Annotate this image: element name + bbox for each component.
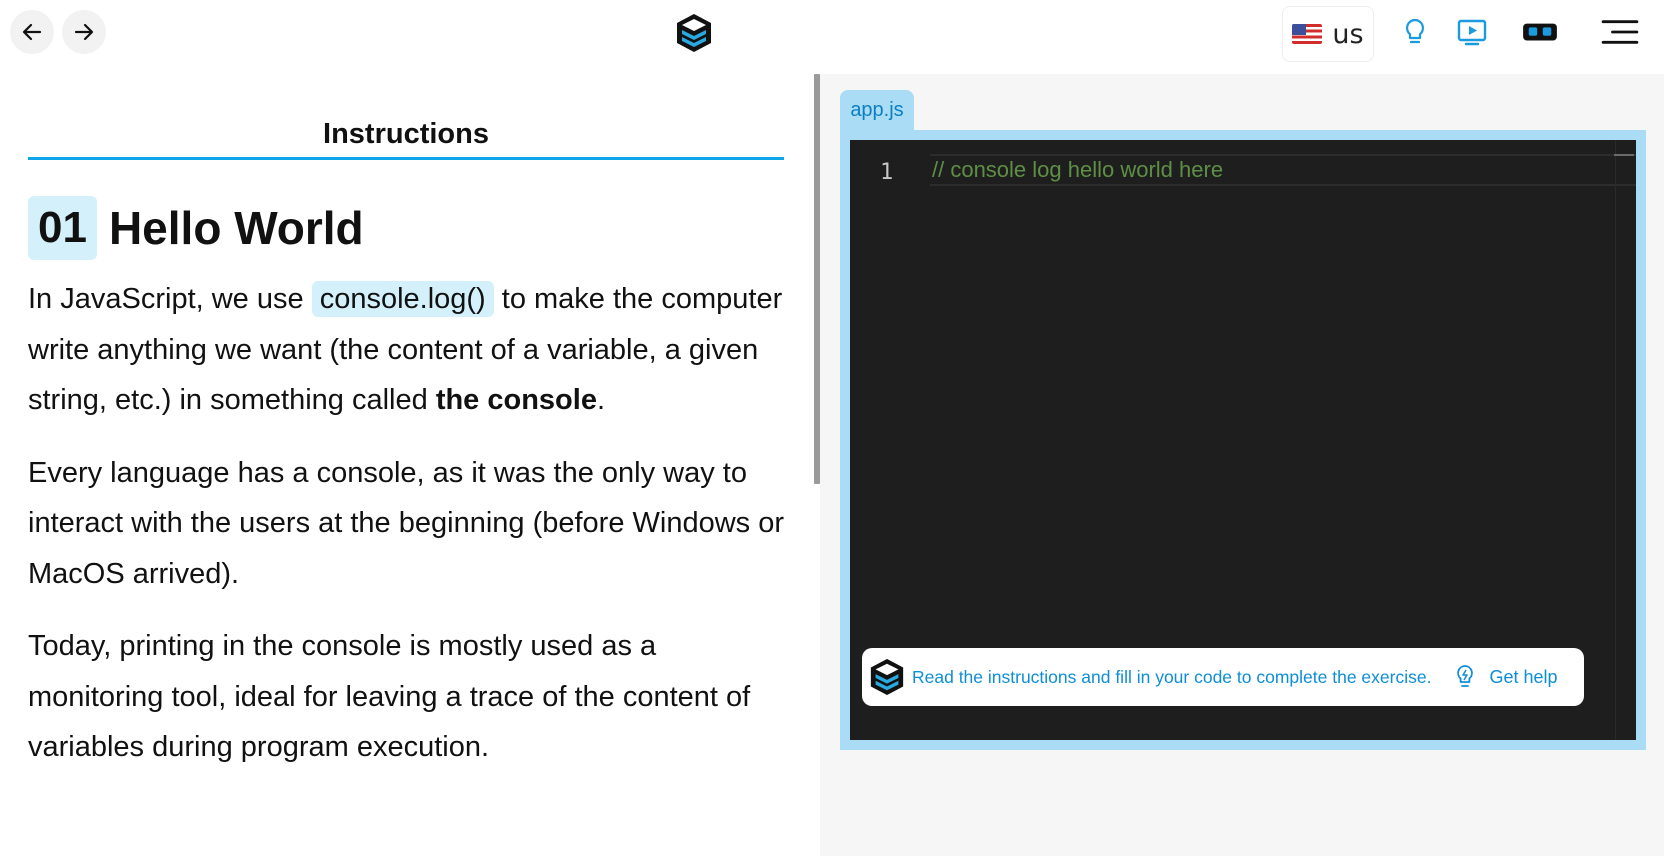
- hint-button[interactable]: [1397, 14, 1433, 50]
- menu-button[interactable]: [1600, 14, 1640, 50]
- minimap-divider: [1615, 140, 1616, 740]
- arrow-right-icon: [74, 23, 94, 41]
- lightbulb-icon: [1405, 18, 1425, 44]
- learnpack-logo-icon: [870, 658, 904, 696]
- hint-message: Read the instructions and fill in your c…: [912, 666, 1432, 687]
- paragraph-3: Today, printing in the console is mostly…: [28, 630, 751, 763]
- video-play-icon: [1457, 19, 1487, 46]
- top-bar: us: [0, 0, 1664, 74]
- us-flag-icon: [1292, 24, 1323, 44]
- hint-bar: Read the instructions and fill in your c…: [862, 648, 1584, 706]
- lesson-number: 01: [28, 196, 97, 260]
- tab-instructions[interactable]: Instructions: [28, 118, 784, 160]
- get-help-label: Get help: [1489, 666, 1558, 687]
- code-line[interactable]: // console log hello world here: [930, 154, 1636, 186]
- hamburger-menu-icon: [1601, 20, 1639, 44]
- editor-frame: 1 // console log hello world here Read t…: [840, 130, 1646, 750]
- inline-code: console.log(): [311, 281, 494, 317]
- instructions-body: In JavaScript, we use console.log() to m…: [28, 274, 788, 795]
- language-selector[interactable]: us: [1282, 6, 1374, 62]
- paragraph-1: In JavaScript, we use console.log() to m…: [28, 274, 788, 426]
- lightbulb-icon: [1457, 665, 1474, 687]
- lesson-heading: 01 Hello World: [28, 196, 364, 260]
- minimap-slider[interactable]: [1614, 154, 1634, 156]
- vr-button[interactable]: [1520, 14, 1560, 50]
- forward-button[interactable]: [62, 10, 106, 54]
- line-number: 1: [880, 160, 894, 185]
- logo-icon[interactable]: [674, 12, 714, 54]
- code-editor[interactable]: 1 // console log hello world here Read t…: [850, 140, 1636, 740]
- arrow-left-icon: [22, 23, 42, 41]
- text-span: In JavaScript, we use: [28, 283, 312, 315]
- language-label: us: [1332, 18, 1364, 50]
- lesson-title: Hello World: [108, 202, 364, 254]
- bold-text: the console: [435, 384, 597, 416]
- file-tab-app-js[interactable]: app.js: [840, 90, 914, 130]
- instructions-panel: Instructions 01 Hello World In JavaScrip…: [0, 74, 820, 856]
- paragraph-2: Every language has a console, as it was …: [28, 456, 785, 590]
- back-button[interactable]: [10, 10, 54, 54]
- video-button[interactable]: [1454, 14, 1490, 50]
- text-span: .: [596, 384, 606, 416]
- editor-panel: app.js 1 // console log hello world here…: [820, 74, 1664, 856]
- get-help-button[interactable]: Get help: [1451, 663, 1558, 691]
- vr-headset-icon: [1523, 23, 1557, 41]
